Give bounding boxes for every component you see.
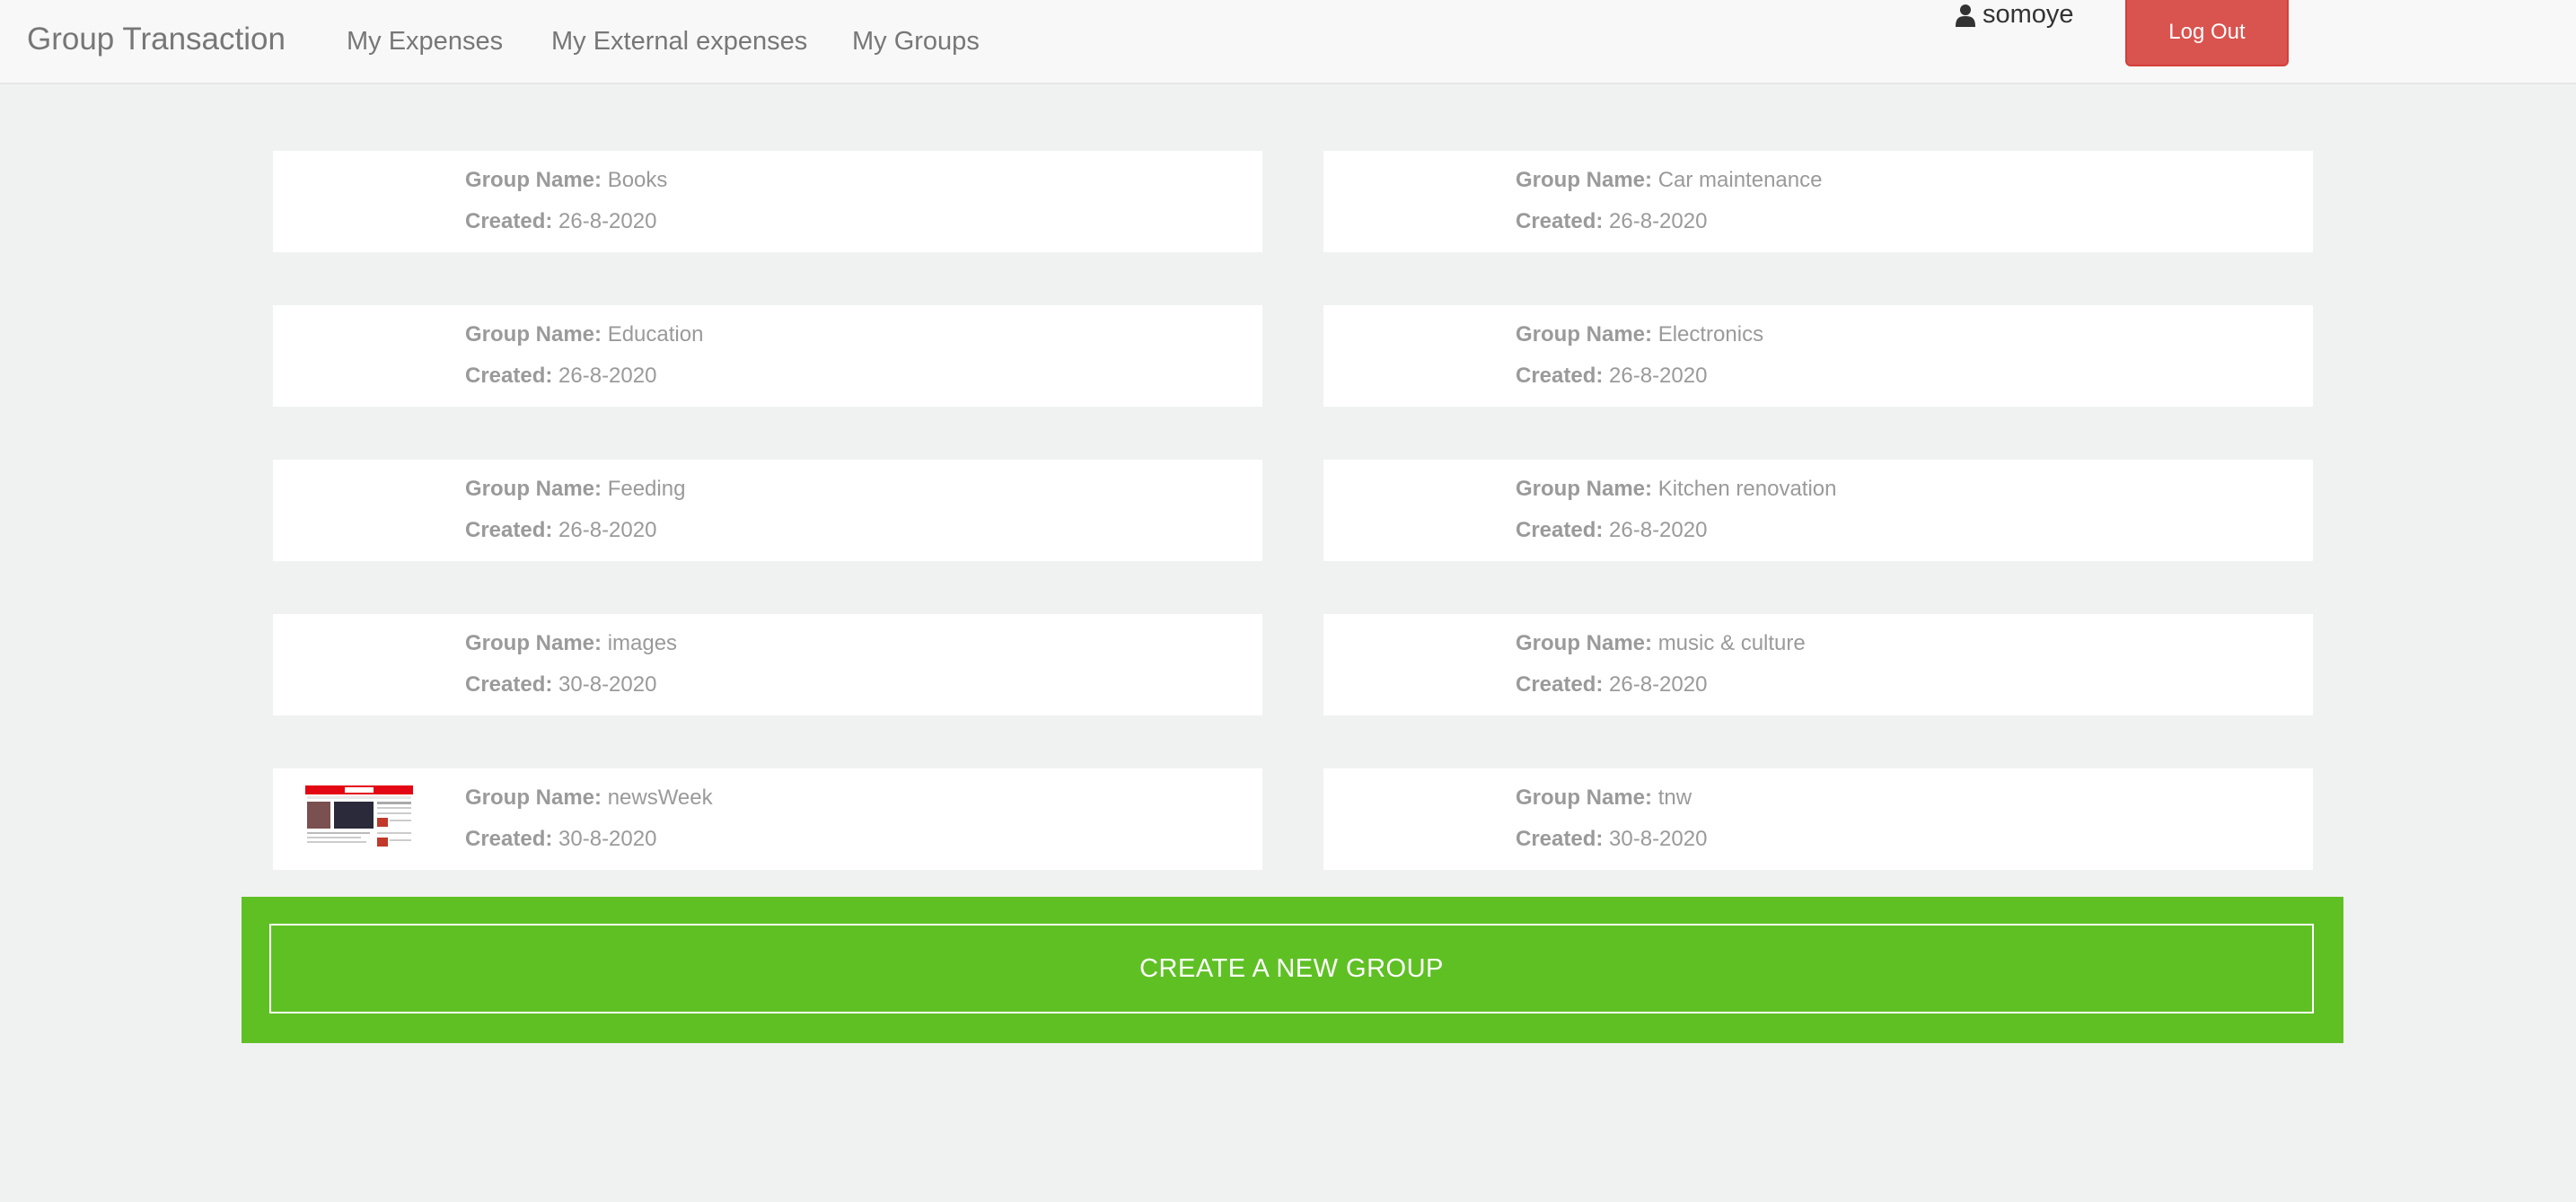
group-name-label: Group Name: (1516, 322, 1653, 347)
group-name-value: Kitchen renovation (1657, 477, 1837, 501)
created-value: 30-8-2020 (558, 827, 657, 851)
created-value: 26-8-2020 (1609, 518, 1708, 542)
group-card[interactable]: Group Name: Kitchen renovation Created: … (1323, 460, 2313, 561)
created-value: 26-8-2020 (1609, 672, 1708, 697)
create-new-group-button[interactable]: CREATE A NEW GROUP (269, 924, 2314, 1013)
nav-my-groups[interactable]: My Groups (852, 27, 980, 57)
username: somoye (1983, 0, 2074, 29)
group-name-label: Group Name: (465, 631, 602, 655)
group-card[interactable]: Group Name: Car maintenance Created: 26-… (1323, 151, 2313, 252)
group-card[interactable]: Group Name: Books Created: 26-8-2020 (273, 151, 1262, 252)
group-name-value: newsWeek (607, 785, 713, 810)
group-name-label: Group Name: (465, 477, 602, 501)
group-name-value: Car maintenance (1657, 168, 1823, 192)
group-name-label: Group Name: (465, 785, 602, 810)
group-card[interactable]: Group Name: music & culture Created: 26-… (1323, 614, 2313, 715)
created-label: Created: (465, 672, 553, 697)
group-card[interactable]: Group Name: images Created: 30-8-2020 (273, 614, 1262, 715)
nav-my-expenses[interactable]: My Expenses (347, 27, 503, 57)
created-label: Created: (1516, 518, 1604, 542)
group-name-label: Group Name: (1516, 785, 1653, 810)
user-icon (1956, 4, 1975, 27)
created-label: Created: (465, 209, 553, 233)
group-name-label: Group Name: (1516, 631, 1653, 655)
created-label: Created: (1516, 364, 1604, 388)
created-value: 26-8-2020 (558, 364, 657, 388)
group-name-label: Group Name: (1516, 168, 1653, 192)
created-value: 26-8-2020 (1609, 364, 1708, 388)
created-label: Created: (1516, 827, 1604, 851)
group-name-label: Group Name: (465, 322, 602, 347)
group-card[interactable]: Group Name: Electronics Created: 26-8-20… (1323, 305, 2313, 407)
created-label: Created: (465, 364, 553, 388)
group-name-value: Electronics (1657, 322, 1764, 347)
created-value: 26-8-2020 (558, 518, 657, 542)
group-name-value: Feeding (607, 477, 686, 501)
logout-button[interactable]: Log Out (2125, 0, 2289, 66)
group-card[interactable]: Group Name: tnw Created: 30-8-2020 (1323, 768, 2313, 870)
created-value: 30-8-2020 (558, 672, 657, 697)
created-label: Created: (1516, 672, 1604, 697)
nav-my-external-expenses[interactable]: My External expenses (551, 27, 807, 57)
group-card[interactable]: Group Name: Education Created: 26-8-2020 (273, 305, 1262, 407)
created-value: 26-8-2020 (1609, 209, 1708, 233)
group-name-value: Books (607, 168, 668, 192)
created-value: 26-8-2020 (558, 209, 657, 233)
created-label: Created: (1516, 209, 1604, 233)
created-label: Created: (465, 827, 553, 851)
created-value: 30-8-2020 (1609, 827, 1708, 851)
created-label: Created: (465, 518, 553, 542)
group-thumbnail-image (305, 785, 413, 852)
top-navbar: Group Transaction My Expenses My Externa… (0, 0, 2576, 84)
brand-link[interactable]: Group Transaction (27, 22, 286, 57)
group-name-value: Education (607, 322, 704, 347)
group-name-value: music & culture (1657, 631, 1806, 655)
group-card[interactable]: Group Name: newsWeek Created: 30-8-2020 (273, 768, 1262, 870)
group-name-label: Group Name: (1516, 477, 1653, 501)
group-name-value: images (607, 631, 678, 655)
group-name-label: Group Name: (465, 168, 602, 192)
current-user: somoye (1956, 0, 2074, 30)
group-name-value: tnw (1657, 785, 1692, 810)
group-card[interactable]: Group Name: Feeding Created: 26-8-2020 (273, 460, 1262, 561)
create-group-panel: CREATE A NEW GROUP (242, 897, 2343, 1043)
